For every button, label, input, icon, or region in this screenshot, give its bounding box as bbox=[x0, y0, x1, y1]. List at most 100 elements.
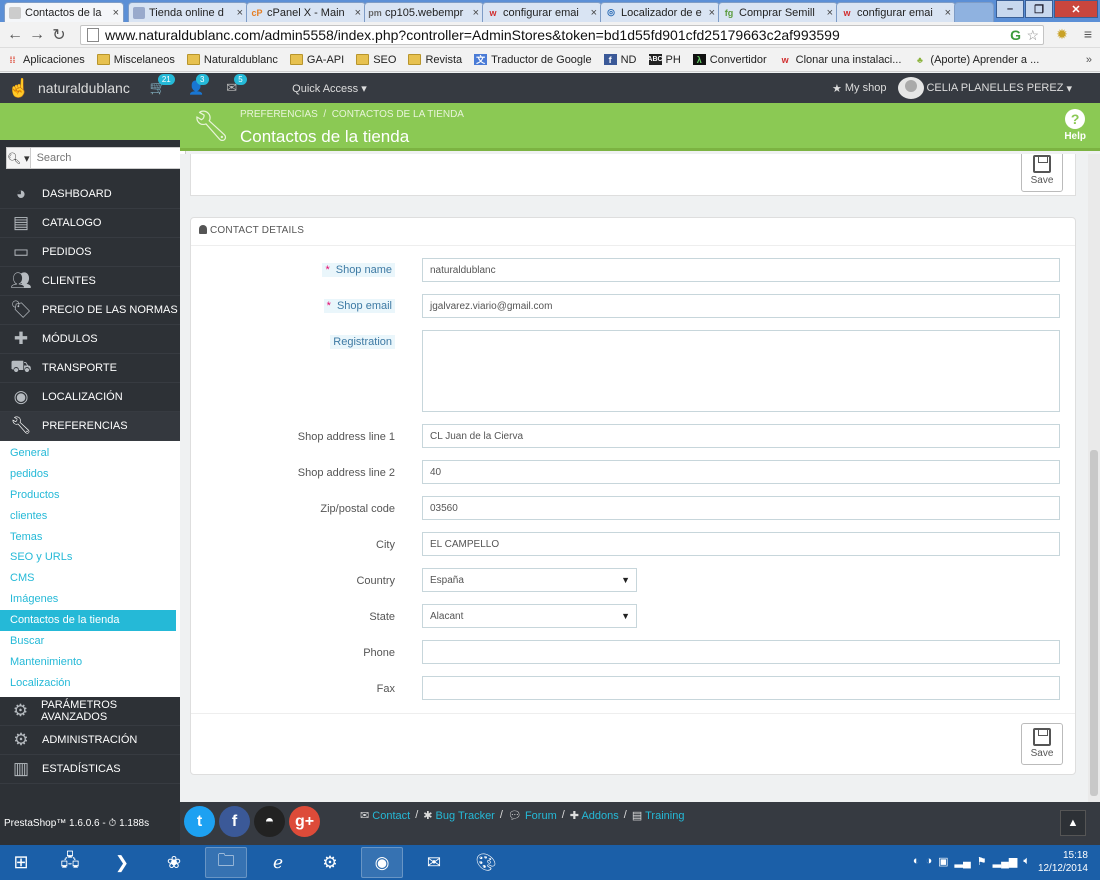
extension-icon[interactable]: ✹ bbox=[1056, 26, 1068, 43]
sidebar-item-precio[interactable]: 🏷︎ PRECIO DE LAS NORMAS bbox=[0, 296, 180, 325]
scroll-top-button[interactable]: ▲ bbox=[1060, 810, 1086, 836]
registration-textarea[interactable] bbox=[422, 330, 1060, 412]
bookmark-item[interactable]: Miscelaneos bbox=[96, 54, 175, 66]
bookmark-item[interactable]: 文 Traductor de Google bbox=[474, 54, 592, 66]
submenu-item-general[interactable]: General bbox=[0, 443, 180, 464]
state-select[interactable]: Alacant ▼ bbox=[422, 604, 637, 628]
tray-app-icon[interactable]: ◐ bbox=[913, 855, 920, 868]
rocket-app-icon[interactable]: ⚙ bbox=[309, 847, 351, 878]
shop-name[interactable]: naturaldublanc bbox=[38, 80, 130, 96]
browser-tab[interactable]: w configurar emai × bbox=[836, 2, 956, 22]
browser-tab[interactable]: ◎ Localizador de e × bbox=[600, 2, 720, 22]
addons-link[interactable]: ✚ Addons bbox=[570, 809, 619, 822]
submenu-item-productos[interactable]: Productos bbox=[0, 485, 180, 506]
signal-icon[interactable]: ▂▄ bbox=[955, 855, 971, 868]
browser-tab[interactable]: pm cp105.webempr × bbox=[364, 2, 484, 22]
bookmark-item[interactable]: Naturaldublanc bbox=[186, 54, 278, 66]
city-field[interactable]: EL CAMPELLO bbox=[422, 532, 1060, 556]
sidebar-item-modulos[interactable]: ✚ MÓDULOS bbox=[0, 325, 180, 354]
sidebar-item-estadisticas[interactable]: ▥ ESTADÍSTICAS bbox=[0, 755, 180, 784]
search-input[interactable] bbox=[30, 147, 186, 169]
save-button[interactable]: Save bbox=[1021, 723, 1063, 765]
network-icon[interactable]: ▂▄▆ bbox=[993, 855, 1018, 868]
close-icon[interactable]: × bbox=[473, 7, 479, 19]
sidebar-item-parametros[interactable]: ⚙ PARÁMETROS AVANZADOS bbox=[0, 697, 180, 726]
bookmark-item[interactable]: f ND bbox=[603, 54, 637, 66]
submenu-item-contactos[interactable]: Contactos de la tienda bbox=[0, 610, 176, 632]
windows-start-icon[interactable]: ⊞ bbox=[3, 848, 39, 878]
submenu-item-mantenimiento[interactable]: Mantenimiento bbox=[0, 652, 180, 673]
google-icon[interactable]: G bbox=[1010, 27, 1021, 43]
sidebar-item-clientes[interactable]: 👥︎ CLIENTES bbox=[0, 267, 180, 296]
volume-icon[interactable]: 🔈︎ bbox=[1023, 855, 1030, 868]
submenu-item-imagenes[interactable]: Imágenes bbox=[0, 589, 180, 610]
user-menu[interactable]: CELIA PLANELLES PEREZ bbox=[926, 82, 1063, 94]
internet-explorer-icon[interactable]: ℯ bbox=[257, 847, 299, 878]
close-icon[interactable]: × bbox=[113, 7, 119, 19]
close-icon[interactable]: × bbox=[355, 7, 361, 19]
save-button[interactable]: Save bbox=[1021, 154, 1063, 192]
sidebar-item-catalogo[interactable]: ▤ CATALOGO bbox=[0, 209, 180, 238]
powershell-icon[interactable]: ❯ bbox=[101, 847, 143, 878]
facebook-icon[interactable]: f bbox=[219, 806, 250, 837]
my-shop-link[interactable]: My shop bbox=[845, 82, 887, 94]
chrome-icon[interactable]: ◉ bbox=[361, 847, 403, 878]
browser-tab[interactable]: Tienda online d × bbox=[128, 2, 248, 22]
submenu-item-cms[interactable]: CMS bbox=[0, 568, 180, 589]
page-scrollbar[interactable] bbox=[1088, 154, 1100, 802]
reload-icon[interactable]: ↻ bbox=[48, 25, 70, 45]
sidebar-item-administracion[interactable]: ⚙ ADMINISTRACIÓN bbox=[0, 726, 180, 755]
bookmark-item[interactable]: ⁞⁞ Aplicaciones bbox=[6, 54, 85, 66]
bookmark-item[interactable]: λ Convertidor bbox=[692, 54, 767, 66]
training-link[interactable]: ▤ Training bbox=[632, 809, 685, 822]
shop-name-field[interactable]: naturaldublanc bbox=[422, 258, 1060, 282]
avatar[interactable] bbox=[898, 77, 925, 99]
bookmark-item[interactable]: w Clonar una instalaci... bbox=[779, 54, 902, 66]
close-icon[interactable]: × bbox=[709, 7, 715, 19]
prestashop-logo-icon[interactable]: ☝ bbox=[8, 77, 30, 99]
sidebar-item-dashboard[interactable]: ◕ DASHBOARD bbox=[0, 180, 180, 209]
submenu-item-pedidos[interactable]: pedidos bbox=[0, 464, 180, 485]
bookmark-item[interactable]: ABC PH bbox=[647, 54, 680, 66]
file-explorer-icon[interactable]: 🗀 bbox=[205, 847, 247, 878]
new-tab-button[interactable] bbox=[954, 2, 994, 22]
twitter-icon[interactable]: t bbox=[184, 806, 215, 837]
customers-notification[interactable]: 👤 3 bbox=[188, 74, 209, 96]
bug-tracker-link[interactable]: ✱ Bug Tracker bbox=[423, 809, 495, 822]
minimize-icon[interactable]: – bbox=[996, 0, 1024, 18]
google-plus-icon[interactable]: g+ bbox=[289, 806, 320, 837]
flag-icon[interactable]: ⚑ bbox=[977, 855, 987, 868]
search-type-button[interactable]: 🔍︎ ▾ bbox=[6, 147, 31, 169]
quick-access-dropdown[interactable]: Quick Access ▾ bbox=[292, 82, 367, 95]
bookmark-item[interactable]: SEO bbox=[356, 54, 396, 66]
menu-icon[interactable]: ≡ bbox=[1084, 26, 1092, 43]
submenu-item-buscar[interactable]: Buscar bbox=[0, 631, 180, 652]
browser-tab[interactable]: w configurar emai × bbox=[482, 2, 602, 22]
sidebar-item-localizacion[interactable]: ◉ LOCALIZACIÓN bbox=[0, 383, 180, 412]
breadcrumb-parent[interactable]: PREFERENCIAS bbox=[240, 109, 318, 120]
tray-app-icon[interactable]: ▣ bbox=[938, 855, 948, 868]
clock[interactable]: 15:18 12/12/2014 bbox=[1038, 849, 1088, 875]
address1-field[interactable]: CL Juan de la Cierva bbox=[422, 424, 1060, 448]
orders-notification[interactable]: 🛒 21 bbox=[150, 74, 175, 96]
forum-link[interactable]: 💬︎ Forum bbox=[508, 809, 557, 822]
back-icon[interactable]: ← bbox=[4, 26, 26, 44]
tray-app-icon[interactable]: ◑ bbox=[925, 855, 932, 868]
window-close-icon[interactable]: ✕ bbox=[1054, 0, 1098, 18]
submenu-item-clientes[interactable]: clientes bbox=[0, 506, 180, 527]
network-app-icon[interactable]: 🖧 bbox=[49, 847, 91, 878]
sidebar-item-pedidos[interactable]: ▭ PEDIDOS bbox=[0, 238, 180, 267]
contact-link[interactable]: ✉ Contact bbox=[360, 809, 410, 822]
sidebar-item-transporte[interactable]: ⛟ TRANSPORTE bbox=[0, 354, 180, 383]
browser-tab[interactable]: fg Comprar Semill × bbox=[718, 2, 838, 22]
bookmark-item[interactable]: ♣ (Aporte) Aprender a ... bbox=[913, 54, 1039, 66]
close-icon[interactable]: × bbox=[945, 7, 951, 19]
paint-icon[interactable]: 🎨︎ bbox=[465, 847, 507, 878]
browser-tab[interactable]: Contactos de la × bbox=[4, 2, 124, 22]
messages-notification[interactable]: ✉ 5 bbox=[226, 74, 247, 96]
phone-field[interactable] bbox=[422, 640, 1060, 664]
shop-email-field[interactable]: jgalvarez.viario@gmail.com bbox=[422, 294, 1060, 318]
close-icon[interactable]: × bbox=[827, 7, 833, 19]
github-icon[interactable]: ◓ bbox=[254, 806, 285, 837]
filezilla-icon[interactable]: ❀ bbox=[153, 847, 195, 878]
